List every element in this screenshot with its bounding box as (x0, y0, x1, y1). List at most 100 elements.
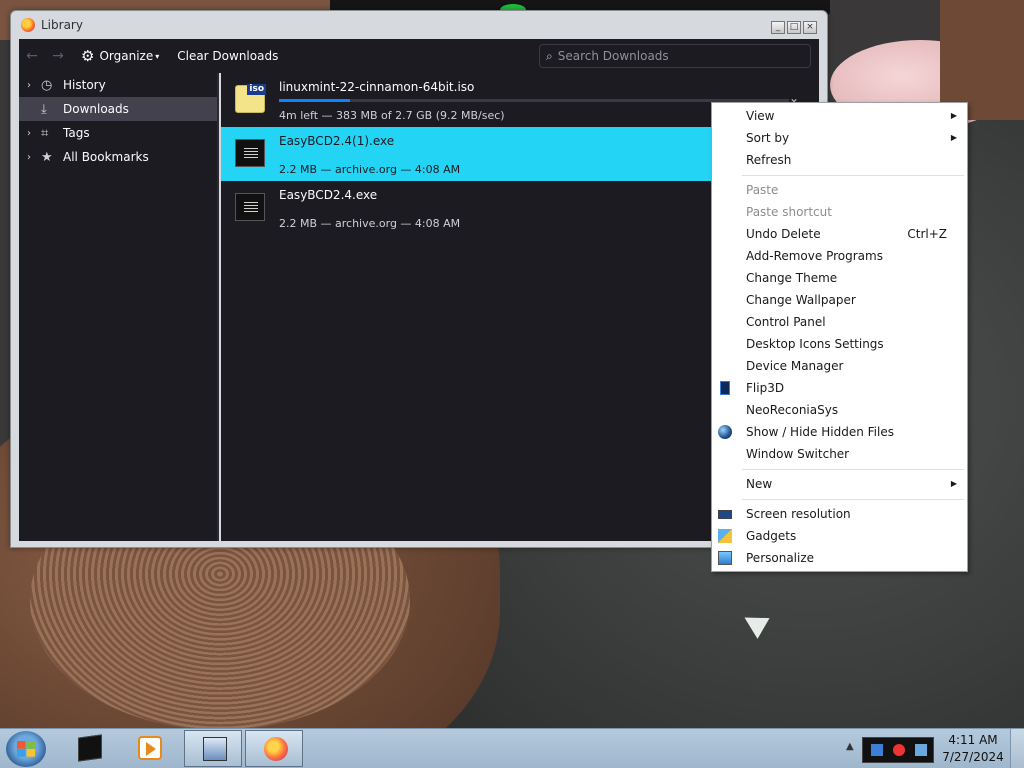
menu-separator (742, 469, 964, 470)
download-filename: EasyBCD2.4.exe (279, 188, 378, 202)
volume-icon[interactable] (915, 744, 927, 756)
menu-item-show-hide-hidden-files[interactable]: Show / Hide Hidden Files (712, 421, 967, 443)
show-desktop-button[interactable] (1010, 729, 1024, 768)
menu-item-label: Screen resolution (746, 507, 851, 521)
menu-item-window-switcher[interactable]: Window Switcher (712, 443, 967, 465)
forward-button[interactable]: → (45, 48, 71, 64)
alert-icon[interactable] (893, 744, 905, 756)
maximize-button[interactable]: □ (787, 21, 801, 34)
desktop-context-menu: View ▶ Sort by ▶ Refresh Paste Paste sho… (711, 102, 968, 572)
chevron-right-icon[interactable]: › (27, 152, 41, 163)
library-sidebar: › ◷ History ⤓ Downloads › ⌗ Tags › ★ All… (19, 73, 219, 541)
tray-expand-icon[interactable]: ▲ (846, 741, 854, 752)
clear-downloads-button[interactable]: Clear Downloads (177, 49, 278, 63)
menu-item-label: Sort by (746, 131, 790, 145)
chevron-right-icon[interactable]: › (27, 80, 41, 91)
start-button[interactable] (6, 731, 46, 767)
taskbar-app-firefox[interactable] (245, 730, 303, 767)
menu-item-label: Paste (746, 183, 779, 197)
gear-icon: ⚙ (81, 47, 95, 65)
firefox-icon (21, 18, 35, 32)
sidebar-item-label: All Bookmarks (63, 150, 149, 164)
window-controls: _ □ × (771, 21, 817, 34)
screen-resolution-icon (718, 510, 732, 519)
menu-item-undo-delete[interactable]: Undo Delete Ctrl+Z (712, 223, 967, 245)
download-status: 4m left — 383 MB of 2.7 GB (9.2 MB/sec) (279, 109, 505, 122)
iso-badge: iso (247, 84, 266, 95)
menu-item-change-wallpaper[interactable]: Change Wallpaper (712, 289, 967, 311)
menu-item-paste: Paste (712, 179, 967, 201)
download-icon: ⤓ (41, 101, 47, 117)
personalize-icon (718, 551, 732, 565)
menu-item-refresh[interactable]: Refresh (712, 149, 967, 171)
menu-item-label: Undo Delete (746, 227, 821, 241)
display-settings-icon (203, 737, 227, 761)
menu-item-gadgets[interactable]: Gadgets (712, 525, 967, 547)
taskbar-app-media-player[interactable] (120, 730, 178, 767)
menu-item-label: Change Theme (746, 271, 838, 285)
search-input[interactable]: ⌕ Search Downloads (539, 44, 811, 68)
clock-date: 7/27/2024 (942, 750, 1004, 764)
search-icon: ⌕ (546, 48, 553, 63)
menu-item-view[interactable]: View ▶ (712, 105, 967, 127)
menu-item-neoreconiasys[interactable]: NeoReconiaSys (712, 399, 967, 421)
menu-item-label: Add-Remove Programs (746, 249, 883, 263)
taskbar-app-cube[interactable] (60, 730, 118, 767)
star-icon: ★ (41, 149, 53, 165)
network-icon[interactable] (871, 744, 883, 756)
windows-logo-icon (17, 741, 35, 757)
download-status: 2.2 MB — archive.org — 4:08 AM (279, 217, 461, 230)
window-titlebar[interactable]: Library (11, 11, 827, 39)
exe-file-icon (235, 139, 265, 167)
menu-item-paste-shortcut: Paste shortcut (712, 201, 967, 223)
gadgets-icon (718, 529, 732, 543)
taskbar-app-display[interactable] (184, 730, 242, 767)
sidebar-item-label: Downloads (63, 102, 129, 116)
sidebar-item-downloads[interactable]: ⤓ Downloads (19, 97, 217, 121)
menu-item-label: Window Switcher (746, 447, 850, 461)
sidebar-item-all-bookmarks[interactable]: › ★ All Bookmarks (19, 145, 217, 169)
menu-item-new[interactable]: New ▶ (712, 473, 967, 495)
system-tray: ▲ (840, 729, 940, 768)
clock-time: 4:11 AM (948, 733, 998, 747)
menu-item-sort-by[interactable]: Sort by ▶ (712, 127, 967, 149)
menu-item-device-manager[interactable]: Device Manager (712, 355, 967, 377)
organize-label: Organize (99, 49, 154, 63)
organize-button[interactable]: ⚙ Organize ▾ (81, 47, 159, 65)
menu-separator (742, 175, 964, 176)
sidebar-item-label: History (63, 78, 106, 92)
menu-item-control-panel[interactable]: Control Panel (712, 311, 967, 333)
tag-icon: ⌗ (41, 125, 49, 141)
clock-icon: ◷ (41, 77, 53, 93)
back-button[interactable]: ← (19, 48, 45, 64)
library-toolbar: ← → ⚙ Organize ▾ Clear Downloads ⌕ Searc… (19, 39, 819, 73)
taskbar-clock[interactable]: 4:11 AM 7/27/2024 (940, 732, 1006, 766)
menu-item-label: Device Manager (746, 359, 844, 373)
menu-item-label: Show / Hide Hidden Files (746, 425, 894, 439)
menu-item-label: Personalize (746, 551, 815, 565)
download-progress-fill (279, 99, 351, 102)
menu-item-screen-resolution[interactable]: Screen resolution (712, 503, 967, 525)
menu-item-desktop-icons-settings[interactable]: Desktop Icons Settings (712, 333, 967, 355)
menu-item-add-remove-programs[interactable]: Add-Remove Programs (712, 245, 967, 267)
exe-file-icon (235, 193, 265, 221)
menu-item-change-theme[interactable]: Change Theme (712, 267, 967, 289)
menu-item-personalize[interactable]: Personalize (712, 547, 967, 569)
sidebar-item-tags[interactable]: › ⌗ Tags (19, 121, 217, 145)
flip3d-icon (720, 381, 730, 395)
globe-icon (718, 425, 732, 439)
taskbar: ▲ 4:11 AM 7/27/2024 (0, 728, 1024, 768)
submenu-arrow-icon: ▶ (950, 479, 957, 488)
menu-item-flip3d[interactable]: Flip3D (712, 377, 967, 399)
close-button[interactable]: × (803, 21, 817, 34)
menu-item-label: Change Wallpaper (746, 293, 856, 307)
chevron-right-icon[interactable]: › (27, 128, 41, 139)
tray-icons (862, 737, 934, 763)
menu-item-label: Refresh (746, 153, 792, 167)
menu-item-label: View (746, 109, 775, 123)
iso-file-icon: iso (235, 84, 266, 113)
minimize-button[interactable]: _ (771, 21, 785, 34)
menu-item-label: Paste shortcut (746, 205, 832, 219)
menu-item-label: New (746, 477, 773, 491)
sidebar-item-history[interactable]: › ◷ History (19, 73, 217, 97)
